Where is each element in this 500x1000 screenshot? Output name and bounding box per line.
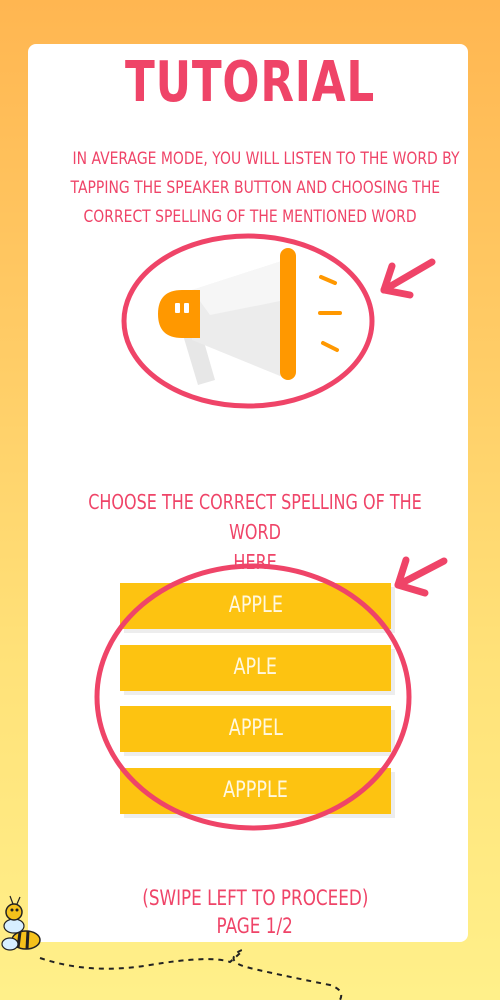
footer-text: (SWIPE LEFT TO PROCEED) PAGE 1/2 — [40, 884, 470, 940]
option-label-2: APLE — [233, 655, 278, 680]
option-label-3: APPEL — [228, 716, 283, 741]
intro-line-3: correct spelling of the mentioned word — [83, 207, 417, 227]
choose-line-1: Choose the correct spelling of the word — [88, 490, 422, 544]
speaker-button[interactable] — [120, 240, 380, 410]
choose-instruction: Choose the correct spelling of the word … — [40, 487, 470, 577]
option-label-4: APPPLE — [223, 778, 288, 803]
option-button-3[interactable]: APPEL — [120, 706, 391, 752]
flight-path — [39, 949, 343, 1000]
page-title: TUTORIAL — [125, 50, 375, 115]
option-label-1: APPLE — [228, 593, 283, 618]
option-button-4[interactable]: APPPLE — [120, 768, 391, 814]
intro-line-2: tapping the speaker button and choosing … — [70, 178, 441, 198]
swipe-hint: (SWIPE LEFT TO PROCEED) — [141, 886, 369, 910]
intro-line-1: In average mode, you will listen to the … — [72, 149, 460, 169]
intro-text: In average mode, you will listen to the … — [30, 145, 470, 232]
speaker-icon[interactable] — [120, 240, 380, 410]
option-button-1[interactable]: APPLE — [120, 583, 391, 629]
page-indicator: PAGE 1/2 — [216, 914, 294, 938]
choose-line-2: here — [233, 550, 277, 574]
option-button-2[interactable]: APLE — [120, 645, 391, 691]
